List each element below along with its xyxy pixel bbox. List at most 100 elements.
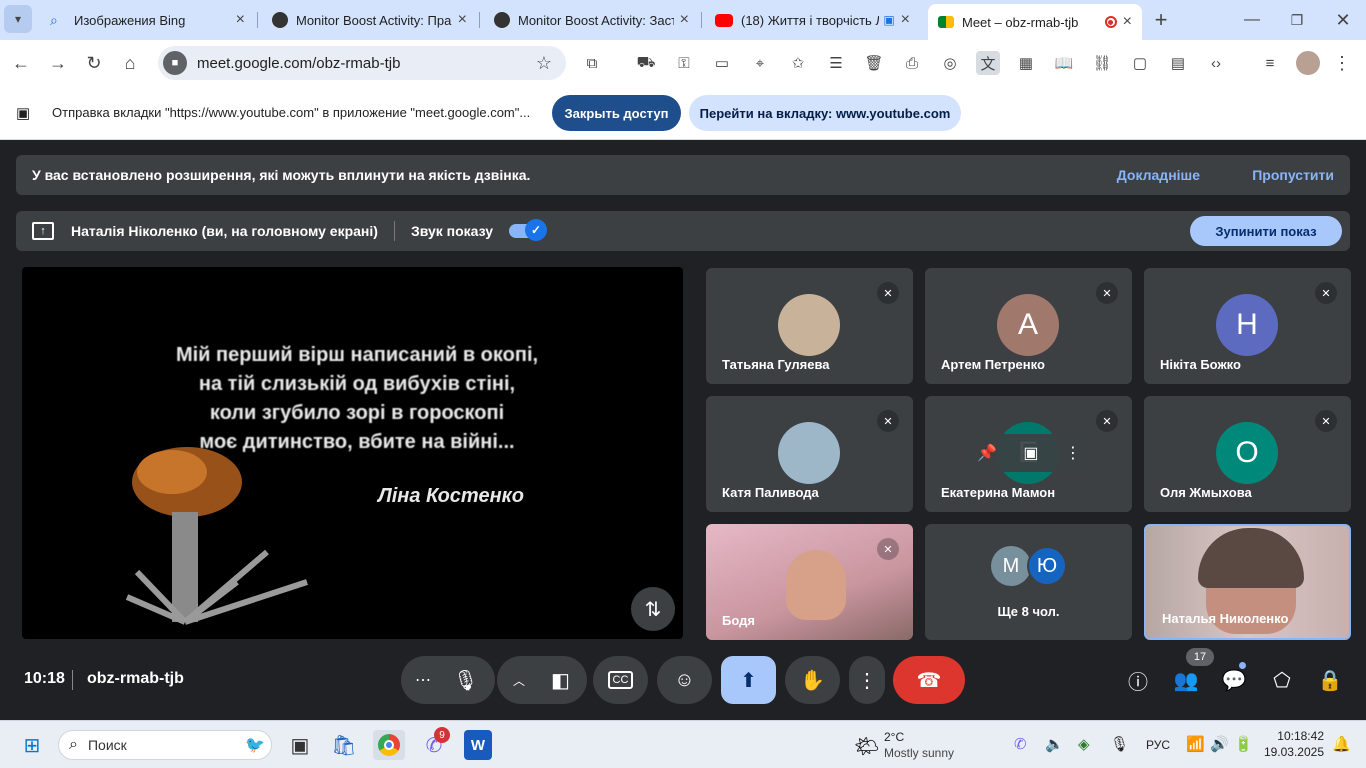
chevron-up-icon[interactable]: ︿ [513, 672, 525, 689]
devices-icon[interactable]: ▢ [1128, 51, 1152, 75]
learn-more-link[interactable]: Докладніше [1117, 167, 1200, 183]
profile-avatar[interactable] [1296, 51, 1320, 75]
wifi-icon[interactable]: 📶 [1186, 735, 1205, 753]
menu-icon[interactable]: ⋮ [1330, 51, 1354, 75]
people-icon[interactable]: 👥 [1172, 666, 1200, 694]
close-icon[interactable]: × [1123, 13, 1132, 31]
taskbar-search-box[interactable]: ⌕ Поиск 🐦 [58, 730, 272, 760]
key-icon[interactable]: ⚿ [672, 51, 696, 75]
card-icon[interactable]: ▭ [710, 51, 734, 75]
leave-call-button[interactable]: ☎ [893, 656, 965, 704]
self-view-tile[interactable]: Наталья Николенко [1144, 524, 1351, 640]
microphone-tray-icon[interactable]: 🎙 [1110, 735, 1129, 753]
present-screen-icon: ⬆ [740, 669, 757, 692]
security-icon[interactable]: ◈ [1078, 735, 1090, 753]
more-options-button[interactable]: ⋮ [849, 656, 885, 704]
participant-tile[interactable]: Н ✕ Нікіта Божко [1144, 268, 1351, 384]
print-icon[interactable]: ⎙ [900, 51, 924, 75]
table-icon[interactable]: ▤ [1166, 51, 1190, 75]
tab-meet[interactable]: Meet – obz-rmab-tjb × [928, 4, 1142, 40]
microphone-button[interactable]: 🎙 [453, 668, 478, 693]
tab-monitor-boost-1[interactable]: Monitor Boost Activity: Прав × [262, 6, 477, 34]
bookmark-star-icon[interactable]: ☆ [536, 53, 552, 74]
task-view-icon[interactable]: ▣ [284, 730, 316, 760]
forward-icon[interactable]: → [43, 48, 73, 78]
participant-tile[interactable]: Е ✕ 📌 ▣ ⋮ Екатерина Мамон [925, 396, 1132, 512]
more-options-icon[interactable]: ⋮ [1065, 443, 1081, 463]
tab-title: Monitor Boost Activity: Заст [518, 12, 674, 28]
home-icon[interactable]: ⌂ [115, 48, 145, 78]
activities-icon[interactable]: ⬠ [1268, 666, 1296, 694]
meeting-code: obz-rmab-tjb [87, 670, 184, 687]
clock-time[interactable]: 10:18:42 [1266, 729, 1324, 743]
go-to-tab-button[interactable]: Перейти на вкладку: www.youtube.com [689, 95, 961, 131]
participant-tile[interactable]: О ✕ Оля Жмыхова [1144, 396, 1351, 512]
viber-tray-icon[interactable]: ✆ [1014, 735, 1027, 753]
restore-icon[interactable]: ❐ [1282, 5, 1312, 35]
participant-tile[interactable]: ✕ Катя Паливода [706, 396, 913, 512]
sound-toggle[interactable]: ✓ [509, 219, 548, 241]
present-button[interactable]: ⬆ [721, 656, 776, 704]
car-icon[interactable]: ⛟ [634, 51, 658, 75]
tab-monitor-boost-2[interactable]: Monitor Boost Activity: Заст × [484, 6, 699, 34]
more-vert-icon: ⋮ [857, 669, 877, 692]
camera-button[interactable]: ◧ [551, 668, 570, 693]
close-icon[interactable]: × [680, 11, 689, 29]
qr-code-icon[interactable]: ▦ [1014, 51, 1038, 75]
stop-sharing-button[interactable]: Закрыть доступ [552, 95, 681, 131]
close-icon[interactable]: × [458, 11, 467, 29]
media-control-icon[interactable]: ≡ [1258, 51, 1282, 75]
windows-start-icon[interactable]: ⊞ [16, 730, 48, 760]
speaker-icon[interactable]: 🔈 [1045, 735, 1064, 753]
close-icon[interactable]: × [236, 11, 245, 29]
minimize-icon[interactable]: — [1237, 5, 1267, 35]
extensions-icon[interactable]: ⧉ [580, 51, 604, 75]
raise-hand-button[interactable]: ✋ [785, 656, 840, 704]
clock-date[interactable]: 19.03.2025 [1262, 745, 1324, 759]
bookmarks-icon[interactable]: ✩ [786, 51, 810, 75]
window-close-icon[interactable]: ✕ [1328, 5, 1358, 35]
word-icon[interactable]: W [464, 730, 492, 760]
skip-link[interactable]: Пропустити [1252, 167, 1334, 183]
more-participants-label: Ще 8 чол. [997, 604, 1060, 619]
link-icon[interactable]: ⛓ [1090, 51, 1114, 75]
pin-icon[interactable]: 📌 [977, 443, 997, 463]
reload-icon[interactable]: ↻ [79, 48, 109, 78]
more-audio-options-icon[interactable]: ⋯ [415, 670, 431, 690]
location-icon[interactable]: ⌖ [748, 51, 772, 75]
reading-mode-icon[interactable]: 📖 [1052, 51, 1076, 75]
lens-icon[interactable]: ◎ [938, 51, 962, 75]
trash-icon[interactable]: 🗑 [862, 51, 886, 75]
store-icon[interactable]: 🛍 [328, 730, 360, 760]
address-bar[interactable]: ■ meet.google.com/obz-rmab-tjb ☆ [158, 46, 566, 80]
reading-list-icon[interactable]: ☰ [824, 51, 848, 75]
participant-tile[interactable]: А ✕ Артем Петренко [925, 268, 1132, 384]
tab-search-dropdown-icon[interactable]: ▾ [4, 5, 32, 33]
volume-icon[interactable]: 🔊 [1210, 735, 1229, 753]
reactions-button[interactable]: ☺ [657, 656, 712, 704]
captions-button[interactable]: CC [593, 656, 648, 704]
participant-tile[interactable]: ✕ Бодя [706, 524, 913, 640]
code-icon[interactable]: ‹› [1204, 51, 1228, 75]
tab-youtube[interactable]: (18) Життя і творчість Л ▣ × [705, 6, 920, 34]
fullscreen-icon[interactable]: ▣ [1023, 443, 1038, 463]
chrome-icon[interactable] [373, 730, 405, 760]
url-text[interactable]: meet.google.com/obz-rmab-tjb [197, 55, 400, 72]
notification-bell-icon[interactable]: 🔔 [1332, 735, 1351, 753]
site-info-icon[interactable]: ■ [163, 51, 187, 75]
meeting-info-icon[interactable]: ⓘ [1124, 666, 1152, 694]
participant-tile[interactable]: ✕ Татьяна Гуляева [706, 268, 913, 384]
weather-temp: 2°C [884, 730, 905, 744]
language-indicator[interactable]: РУС [1146, 738, 1170, 752]
close-icon[interactable]: × [901, 11, 910, 29]
translate-icon[interactable]: 文 [976, 51, 1000, 75]
chat-icon[interactable]: 💬 [1220, 666, 1248, 694]
battery-icon[interactable]: 🔋 [1234, 735, 1253, 753]
back-icon[interactable]: ← [6, 48, 36, 78]
new-tab-button[interactable]: + [1146, 5, 1176, 35]
stop-presenting-button[interactable]: Зупинити показ [1190, 216, 1342, 246]
swap-layout-icon[interactable]: ⇅ [631, 587, 675, 631]
more-participants-tile[interactable]: М Ю Ще 8 чол. [925, 524, 1132, 640]
tab-bing-images[interactable]: ⌕ Изображения Bing × [40, 6, 255, 34]
host-controls-icon[interactable]: 🔒 [1316, 666, 1344, 694]
